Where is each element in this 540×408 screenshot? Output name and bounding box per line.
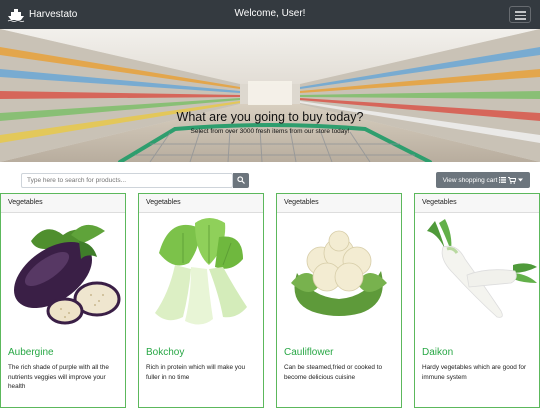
product-description: Rich in protein which will make you full… — [146, 364, 246, 381]
product-name[interactable]: Cauliflower — [284, 347, 333, 358]
product-name[interactable]: Daikon — [422, 347, 453, 358]
search-icon — [237, 176, 245, 184]
navbar: Harvestato Welcome, User! — [0, 0, 540, 29]
cart-button-label: View shopping cart — [442, 176, 498, 184]
search-button[interactable] — [233, 173, 249, 188]
product-name[interactable]: Aubergine — [8, 347, 54, 358]
hero-title: What are you going to buy today? — [176, 110, 364, 124]
product-description: Hardy vegetables which are good for immu… — [422, 364, 527, 381]
hamburger-icon — [515, 11, 526, 13]
product-card-daikon[interactable]: Vegetables Daikon Hardy vegetables which… — [414, 193, 540, 408]
hero-banner — [0, 29, 540, 162]
product-card-aubergine[interactable]: Vegetables Aubergine The rich shade of p… — [0, 193, 126, 408]
search-input[interactable] — [21, 173, 233, 188]
hero-subtitle: Select from over 3000 fresh items from o… — [190, 128, 350, 135]
daikon-image — [415, 213, 539, 333]
caret-down-icon — [518, 178, 524, 182]
card-category: Vegetables — [139, 194, 263, 213]
view-cart-button[interactable]: View shopping cart — [436, 172, 530, 188]
list-icon — [499, 177, 507, 183]
product-card-bokchoy[interactable]: Vegetables Bokchoy Rich in protein which… — [138, 193, 264, 408]
product-card-cauliflower[interactable]: Vegetables Cauliflower Can be steamed,fr… — [276, 193, 402, 408]
bokchoy-image — [139, 213, 263, 333]
supermarket-aisle-image — [0, 29, 540, 162]
hamburger-icon-line — [515, 18, 526, 20]
product-description: The rich shade of purple with all the nu… — [8, 364, 109, 390]
card-category: Vegetables — [1, 194, 125, 213]
welcome-text: Welcome, User! — [234, 8, 306, 19]
navbar-toggle-button[interactable] — [509, 6, 531, 23]
cauliflower-image — [277, 213, 401, 333]
cart-icon — [508, 176, 517, 184]
product-name[interactable]: Bokchoy — [146, 347, 184, 358]
hamburger-icon-line — [515, 14, 526, 16]
card-category: Vegetables — [277, 194, 401, 213]
aubergine-image — [1, 213, 125, 333]
product-description: Can be steamed,fried or cooked to become… — [284, 364, 383, 381]
card-category: Vegetables — [415, 194, 539, 213]
